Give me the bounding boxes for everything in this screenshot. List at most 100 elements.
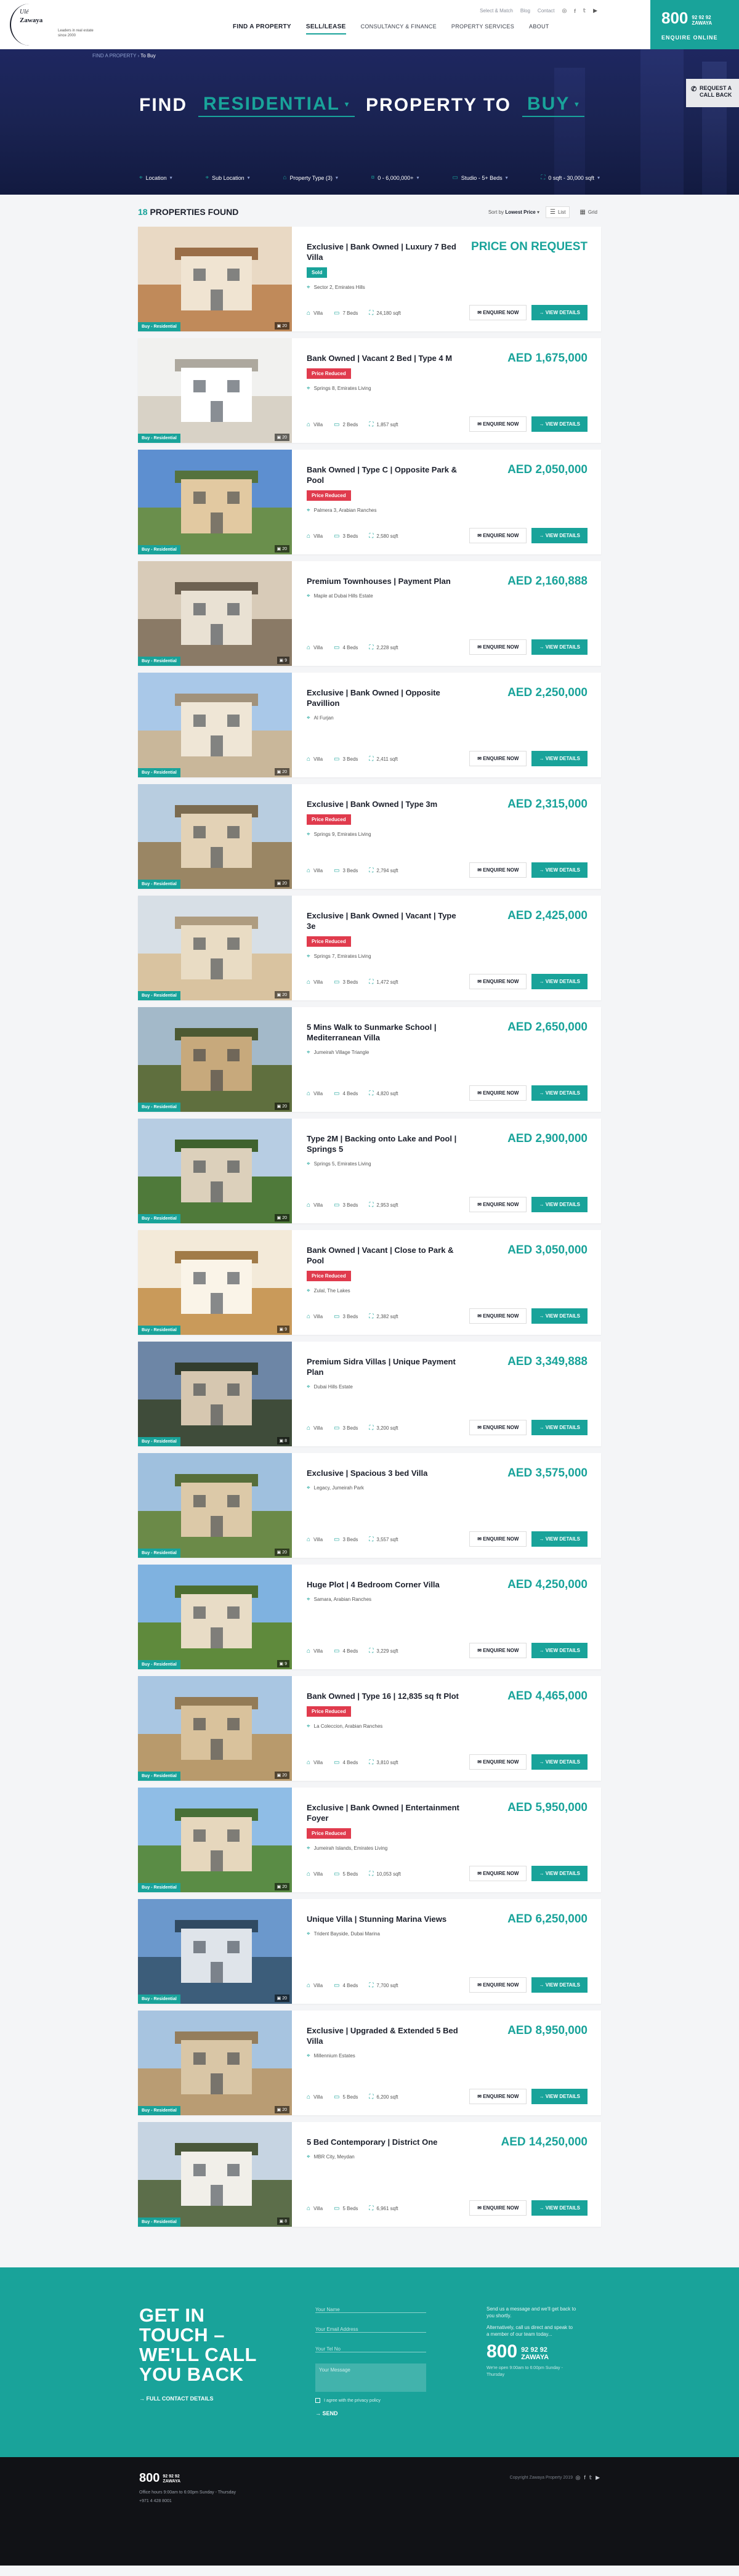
view-details-button[interactable]: → VIEW DETAILS: [531, 639, 588, 655]
enquire-now-button[interactable]: ✉ ENQUIRE NOW: [469, 1531, 527, 1547]
view-details-button[interactable]: → VIEW DETAILS: [531, 416, 588, 432]
filter-price[interactable]: ¤ 0 - 6,000,000+ ▾: [371, 174, 419, 181]
grid-view-toggle[interactable]: ▦ Grid: [576, 207, 601, 217]
contact-phone[interactable]: 800 92 92 92 ZAWAYA: [487, 2343, 576, 2362]
checkbox[interactable]: [315, 2398, 320, 2403]
property-photo[interactable]: Buy - Residential ▣ 20: [138, 896, 292, 1000]
property-title[interactable]: Exclusive | Bank Owned | Vacant | Type 3…: [307, 910, 467, 931]
enquire-now-button[interactable]: ✉ ENQUIRE NOW: [469, 1866, 527, 1881]
property-title[interactable]: Premium Sidra Villas | Unique Payment Pl…: [307, 1356, 467, 1377]
property-title[interactable]: Exclusive | Bank Owned | Entertainment F…: [307, 1802, 467, 1823]
property-photo[interactable]: Buy - Residential ▣ 20: [138, 1007, 292, 1112]
property-title[interactable]: 5 Bed Contemporary | District One: [307, 2137, 467, 2147]
property-photo[interactable]: Buy - Residential ▣ 9: [138, 1230, 292, 1335]
message-field[interactable]: Your Message: [315, 2363, 426, 2392]
property-photo[interactable]: Buy - Residential ▣ 20: [138, 1119, 292, 1223]
view-details-button[interactable]: → VIEW DETAILS: [531, 1977, 588, 1993]
view-details-button[interactable]: → VIEW DETAILS: [531, 862, 588, 878]
view-details-button[interactable]: → VIEW DETAILS: [531, 1085, 588, 1101]
instagram-icon[interactable]: ◎: [576, 2474, 581, 2481]
enquire-now-button[interactable]: ✉ ENQUIRE NOW: [469, 1197, 527, 1212]
property-photo[interactable]: Buy - Residential ▣ 20: [138, 2011, 292, 2115]
property-card[interactable]: Buy - Residential ▣ 20 Bank Owned | Type…: [138, 450, 601, 554]
filter-location[interactable]: ⌖ Location ▾: [139, 174, 172, 181]
footer-intl-phone[interactable]: +971 4 428 8001: [139, 2499, 172, 2503]
facebook-icon[interactable]: f: [574, 8, 576, 14]
view-details-button[interactable]: → VIEW DETAILS: [531, 305, 588, 320]
top-link-blog[interactable]: Blog: [520, 8, 530, 14]
enquire-now-button[interactable]: ✉ ENQUIRE NOW: [469, 974, 527, 989]
nav-about[interactable]: ABOUT: [529, 23, 549, 34]
view-details-button[interactable]: → VIEW DETAILS: [531, 751, 588, 766]
top-link-select-match[interactable]: Select & Match: [480, 8, 513, 14]
youtube-icon[interactable]: ▶: [593, 7, 597, 14]
property-photo[interactable]: Buy - Residential ▣ 20: [138, 450, 292, 554]
logo[interactable]: Ulé Zawaya: [10, 4, 49, 46]
enquire-now-button[interactable]: ✉ ENQUIRE NOW: [469, 305, 527, 320]
nav-sell-lease[interactable]: SELL/LEASE: [305, 23, 346, 34]
property-photo[interactable]: Buy - Residential ▣ 9: [138, 561, 292, 666]
facebook-icon[interactable]: f: [584, 2474, 586, 2481]
enquire-now-button[interactable]: ✉ ENQUIRE NOW: [469, 751, 527, 766]
enquire-now-button[interactable]: ✉ ENQUIRE NOW: [469, 1420, 527, 1435]
view-details-button[interactable]: → VIEW DETAILS: [531, 1531, 588, 1547]
property-card[interactable]: Buy - Residential ▣ 8 5 Bed Contemporary…: [138, 2122, 601, 2227]
enquire-now-button[interactable]: ✉ ENQUIRE NOW: [469, 416, 527, 432]
property-card[interactable]: Buy - Residential ▣ 20 Exclusive | Bank …: [138, 896, 601, 1000]
property-card[interactable]: Buy - Residential ▣ 20 Unique Villa | St…: [138, 1899, 601, 2004]
property-card[interactable]: Buy - Residential ▣ 9 Premium Townhouses…: [138, 561, 601, 666]
footer-phone[interactable]: 800 92 92 92 ZAWAYA: [139, 2472, 180, 2484]
filter-sub-location[interactable]: ⌖ Sub Location ▾: [205, 174, 249, 181]
sort-by[interactable]: Sort by Lowest Price ▾: [488, 209, 539, 215]
property-card[interactable]: Buy - Residential ▣ 20 Exclusive | Spaci…: [138, 1453, 601, 1558]
property-photo[interactable]: Buy - Residential ▣ 20: [138, 227, 292, 331]
twitter-icon[interactable]: 𝕥: [589, 2474, 592, 2481]
email-field[interactable]: Your Email Address: [315, 2324, 426, 2333]
property-card[interactable]: Buy - Residential ▣ 20 Type 2M | Backing…: [138, 1119, 601, 1223]
property-card[interactable]: Buy - Residential ▣ 9 Bank Owned | Vacan…: [138, 1230, 601, 1335]
nav-property-services[interactable]: PROPERTY SERVICES: [451, 23, 514, 34]
full-contact-details-link[interactable]: → FULL CONTACT DETAILS: [139, 2396, 214, 2402]
filter-area[interactable]: ⛶ 0 sqft - 30,000 sqft ▾: [541, 174, 600, 181]
view-details-button[interactable]: → VIEW DETAILS: [531, 2200, 588, 2216]
property-title[interactable]: Bank Owned | Vacant 2 Bed | Type 4 M: [307, 353, 467, 363]
nav-find-a-property[interactable]: FIND A PROPERTY: [233, 23, 291, 34]
property-card[interactable]: Buy - Residential ▣ 20 Exclusive | Bank …: [138, 673, 601, 777]
property-title[interactable]: Bank Owned | Type 16 | 12,835 sq ft Plot: [307, 1691, 467, 1701]
property-card[interactable]: Buy - Residential ▣ 20 Bank Owned | Type…: [138, 1676, 601, 1781]
enquire-now-button[interactable]: ✉ ENQUIRE NOW: [469, 1308, 527, 1324]
filter-beds[interactable]: ▭ Studio - 5+ Beds ▾: [452, 174, 507, 181]
property-card[interactable]: Buy - Residential ▣ 9 Huge Plot | 4 Bedr…: [138, 1565, 601, 1669]
send-button[interactable]: → SEND: [315, 2410, 426, 2416]
view-details-button[interactable]: → VIEW DETAILS: [531, 1197, 588, 1212]
property-card[interactable]: Buy - Residential ▣ 20 Bank Owned | Vaca…: [138, 338, 601, 443]
property-title[interactable]: Bank Owned | Type C | Opposite Park & Po…: [307, 464, 467, 485]
property-type-select[interactable]: RESIDENTIAL ▾: [198, 94, 355, 117]
property-title[interactable]: Premium Townhouses | Payment Plan: [307, 576, 467, 586]
property-photo[interactable]: Buy - Residential ▣ 9: [138, 1565, 292, 1669]
property-card[interactable]: Buy - Residential ▣ 20 5 Mins Walk to Su…: [138, 1007, 601, 1112]
view-details-button[interactable]: → VIEW DETAILS: [531, 974, 588, 989]
view-details-button[interactable]: → VIEW DETAILS: [531, 1308, 588, 1324]
property-card[interactable]: Buy - Residential ▣ 20 Exclusive | Bank …: [138, 1788, 601, 1892]
property-title[interactable]: Exclusive | Bank Owned | Luxury 7 Bed Vi…: [307, 241, 467, 262]
enquire-now-button[interactable]: ✉ ENQUIRE NOW: [469, 639, 527, 655]
list-view-toggle[interactable]: ☰ List: [546, 206, 570, 218]
property-photo[interactable]: Buy - Residential ▣ 20: [138, 1676, 292, 1781]
request-callback-button[interactable]: ✆ REQUEST A CALL BACK: [686, 79, 739, 107]
instagram-icon[interactable]: ◎: [562, 7, 567, 14]
property-card[interactable]: Buy - Residential ▣ 8 Premium Sidra Vill…: [138, 1342, 601, 1446]
property-photo[interactable]: Buy - Residential ▣ 20: [138, 784, 292, 889]
view-details-button[interactable]: → VIEW DETAILS: [531, 1754, 588, 1770]
property-photo[interactable]: Buy - Residential ▣ 20: [138, 1453, 292, 1558]
filter-property-type[interactable]: ⌂ Property Type (3) ▾: [283, 174, 337, 181]
enquire-now-button[interactable]: ✉ ENQUIRE NOW: [469, 862, 527, 878]
phone-field[interactable]: Your Tel No: [315, 2344, 426, 2352]
enquire-now-button[interactable]: ✉ ENQUIRE NOW: [469, 1643, 527, 1658]
property-title[interactable]: Exclusive | Bank Owned | Opposite Pavill…: [307, 687, 467, 708]
property-title[interactable]: 5 Mins Walk to Sunmarke School | Mediter…: [307, 1022, 467, 1043]
enquire-now-button[interactable]: ✉ ENQUIRE NOW: [469, 2089, 527, 2104]
privacy-consent[interactable]: I agree with the privacy policy: [315, 2398, 426, 2403]
view-details-button[interactable]: → VIEW DETAILS: [531, 1866, 588, 1881]
property-card[interactable]: Buy - Residential ▣ 20 Exclusive | Bank …: [138, 227, 601, 331]
